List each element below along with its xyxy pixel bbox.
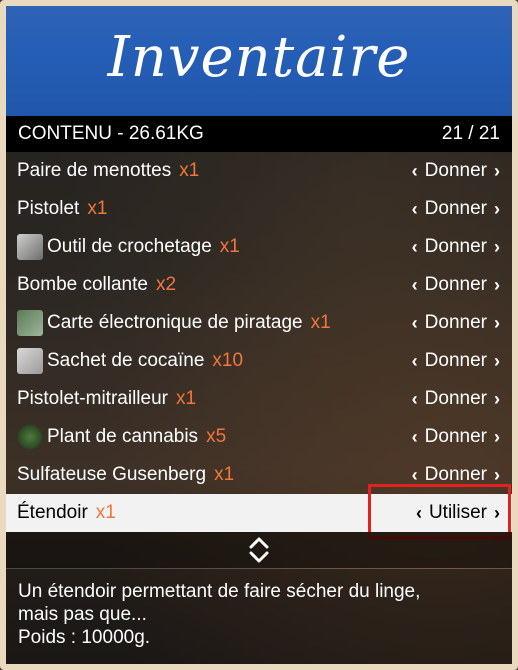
chevron-right-icon[interactable]: › (494, 389, 500, 410)
item-description-panel: Un étendoir permettant de faire sécher d… (6, 569, 512, 664)
item-name: Plant de cannabis (47, 426, 199, 447)
chevron-left-icon[interactable]: ‹ (412, 427, 418, 448)
chevron-left-icon[interactable]: ‹ (412, 237, 418, 258)
item-action[interactable]: Donner (425, 426, 487, 448)
item-quantity: x1 (179, 160, 200, 181)
inventory-weight-label: CONTENU - 26.61KG (18, 123, 204, 144)
chevron-left-icon[interactable]: ‹ (412, 313, 418, 334)
chevron-right-icon[interactable]: › (494, 351, 500, 372)
item-action[interactable]: Donner (425, 350, 487, 372)
item-quantity: x1 (87, 198, 108, 219)
item-quantity: x5 (206, 426, 227, 447)
item-quantity: x2 (155, 274, 177, 295)
item-quantity: x1 (175, 388, 197, 409)
action-highlight-box (368, 484, 511, 539)
item-quantity: x10 (212, 350, 244, 371)
cocaine-bag-icon (17, 348, 43, 374)
inventory-item-row[interactable]: Plant de cannabis x5 ‹ Donner › (6, 418, 512, 456)
item-action[interactable]: Donner (425, 160, 487, 182)
menu-title: Inventaire (107, 24, 411, 90)
chevron-left-icon[interactable]: ‹ (412, 199, 418, 220)
description-text-line1: Un étendoir permettant de faire sécher d… (18, 581, 421, 602)
chevron-left-icon[interactable]: ‹ (412, 389, 418, 410)
item-action[interactable]: Donner (425, 464, 487, 486)
inventory-item-row[interactable]: Paire de menottes x1 ‹ Donner › (6, 152, 512, 190)
item-name: Paire de menottes (17, 160, 172, 181)
item-quantity: x1 (214, 464, 235, 485)
inventory-summary-bar: CONTENU - 26.61KG 21 / 21 (6, 116, 512, 152)
item-name: Sulfateuse Gusenberg (17, 464, 207, 485)
menu-header: Inventaire (6, 6, 512, 116)
chevron-right-icon[interactable]: › (494, 427, 500, 448)
inventory-item-row[interactable]: Bombe collante x2 ‹ Donner › (6, 266, 512, 304)
scroll-indicator[interactable] (6, 532, 512, 568)
item-name: Outil de crochetage (47, 236, 212, 257)
inventory-item-row[interactable]: Pistolet-mitrailleur x1 ‹ Donner › (6, 380, 512, 418)
chevron-right-icon[interactable]: › (494, 161, 500, 182)
item-quantity: x1 (95, 502, 116, 523)
lockpick-icon (17, 234, 43, 260)
item-weight: Poids : 10000g. (18, 627, 151, 648)
chevron-right-icon[interactable]: › (494, 313, 500, 334)
inventory-list: Paire de menottes x1 ‹ Donner › Pistolet x1 … (6, 152, 512, 532)
item-action[interactable]: Donner (425, 312, 487, 334)
item-name: Pistolet-mitrailleur (17, 388, 168, 409)
item-name: Sachet de cocaïne (47, 350, 205, 371)
chevron-left-icon[interactable]: ‹ (412, 161, 418, 182)
item-action[interactable]: Donner (425, 388, 487, 410)
item-quantity: x1 (219, 236, 240, 257)
chevron-right-icon[interactable]: › (494, 465, 500, 486)
scroll-updown-icon[interactable] (248, 536, 270, 564)
inventory-item-row[interactable]: Carte électronique de piratage x1 ‹ Donner… (6, 304, 512, 342)
chevron-right-icon[interactable]: › (494, 275, 500, 296)
item-name: Bombe collante (17, 274, 148, 295)
item-action[interactable]: Donner (425, 274, 487, 296)
chevron-right-icon[interactable]: › (494, 237, 500, 258)
cannabis-plant-icon (17, 424, 43, 450)
chevron-left-icon[interactable]: ‹ (412, 351, 418, 372)
description-text-line2: mais pas que... (18, 604, 147, 625)
item-quantity: x1 (310, 312, 331, 333)
item-action[interactable]: Donner (425, 236, 487, 258)
chevron-left-icon[interactable]: ‹ (412, 465, 418, 486)
item-name: Carte électronique de piratage (47, 312, 303, 333)
item-action[interactable]: Donner (425, 198, 487, 220)
item-name: Pistolet (17, 198, 80, 219)
inventory-item-row[interactable]: Outil de crochetage x1 ‹ Donner › (6, 228, 512, 266)
inventory-item-row[interactable]: Sachet de cocaïne x10 ‹ Donner › (6, 342, 512, 380)
inventory-item-row[interactable]: Pistolet x1 ‹ Donner › (6, 190, 512, 228)
chevron-left-icon[interactable]: ‹ (412, 275, 418, 296)
chevron-right-icon[interactable]: › (494, 199, 500, 220)
item-name: Étendoir (17, 502, 88, 523)
item-counter: 21 / 21 (441, 123, 500, 144)
hacking-card-icon (17, 310, 43, 336)
